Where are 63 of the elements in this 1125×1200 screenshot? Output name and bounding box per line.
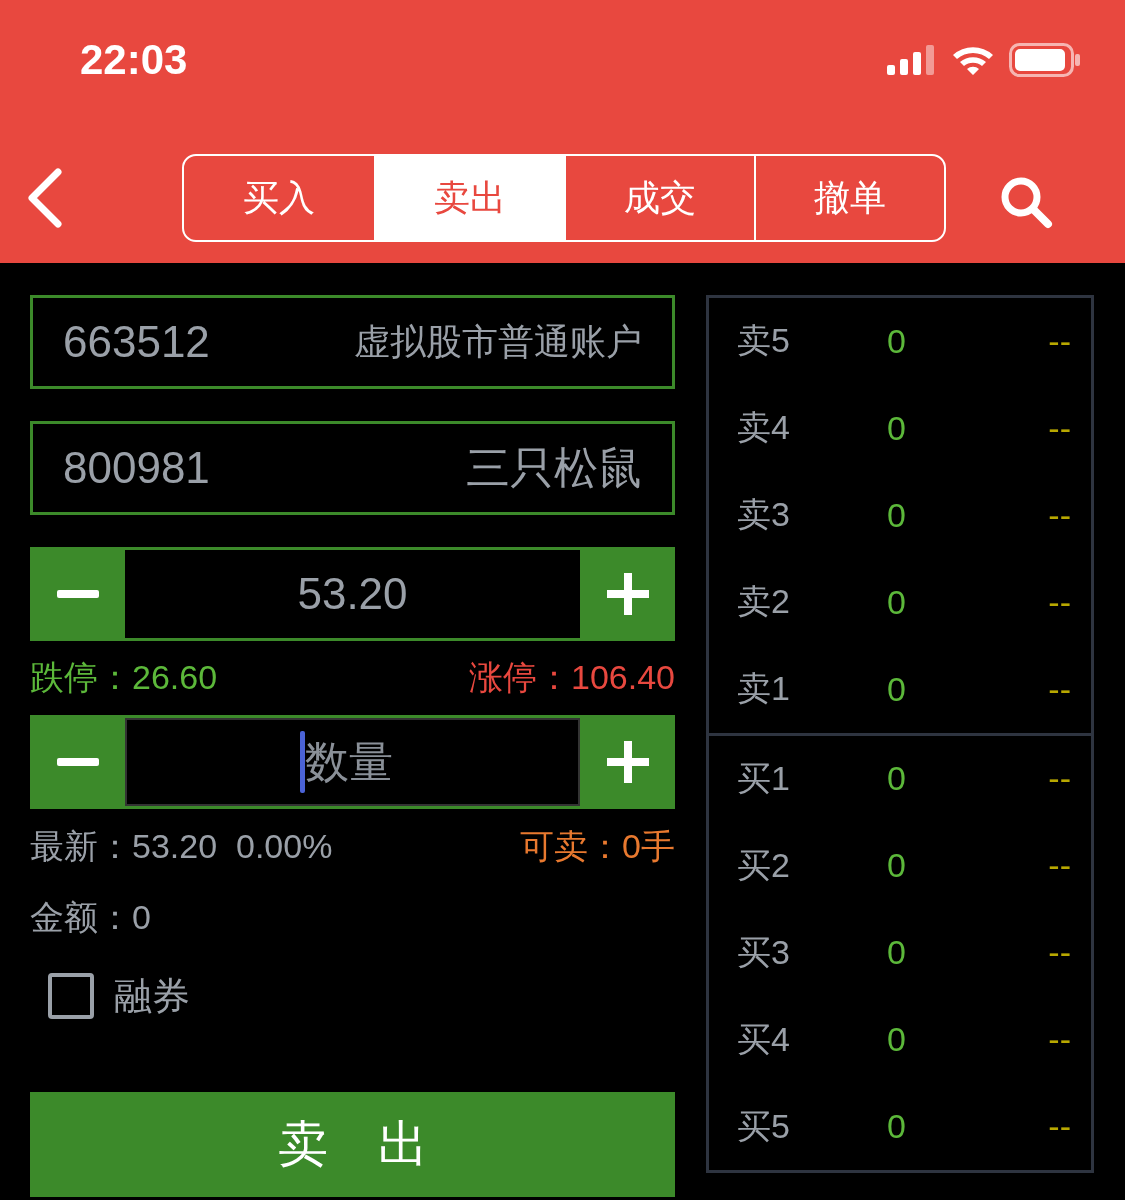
order-price: --	[1048, 669, 1071, 709]
order-level: 买5	[737, 1105, 791, 1147]
status-time: 22:03	[80, 36, 188, 84]
checkbox-label: 融券	[114, 973, 190, 1019]
tab[interactable]: 成交	[564, 156, 754, 240]
plus-icon	[606, 741, 649, 783]
order-volume: 0	[887, 495, 907, 535]
order-volume: 0	[887, 1020, 907, 1060]
order-level: 买3	[737, 931, 791, 973]
order-price: --	[1048, 321, 1071, 361]
account-code: 663512	[63, 317, 210, 367]
back-icon[interactable]	[26, 168, 64, 228]
order-level: 卖2	[737, 581, 791, 623]
order-price: --	[1048, 759, 1071, 799]
stock-code: 800981	[63, 443, 210, 493]
stock-field[interactable]: 800981 三只松鼠	[30, 421, 675, 515]
increase-quantity-button[interactable]	[580, 715, 675, 809]
order-volume: 0	[887, 408, 907, 448]
tab[interactable]: 买入	[184, 156, 374, 240]
order-level: 卖5	[737, 320, 791, 362]
order-volume: 0	[887, 1107, 907, 1147]
order-volume: 0	[887, 759, 907, 799]
account-name: 虚拟股市普通账户	[354, 319, 642, 364]
order-level: 买1	[737, 757, 791, 799]
sell-button[interactable]: 卖 出	[30, 1092, 675, 1197]
decrease-price-button[interactable]	[30, 547, 125, 641]
order-price: --	[1048, 846, 1071, 886]
decrease-quantity-button[interactable]	[30, 715, 125, 809]
sellable-quantity: 可卖：0手	[520, 826, 675, 867]
wifi-icon	[951, 44, 995, 76]
order-volume: 0	[887, 321, 907, 361]
order-level: 买4	[737, 1018, 791, 1060]
order-price: --	[1048, 1020, 1071, 1060]
tab[interactable]: 撤单	[754, 156, 944, 240]
order-level: 买2	[737, 844, 791, 886]
tab[interactable]: 卖出	[374, 156, 564, 240]
battery-icon	[1009, 43, 1081, 77]
checkbox[interactable]	[48, 973, 94, 1019]
order-price: --	[1048, 495, 1071, 535]
signal-icon	[887, 45, 937, 75]
order-volume: 0	[887, 846, 907, 886]
quantity-field[interactable]: 数量	[305, 737, 405, 787]
order-level: 卖3	[737, 494, 791, 536]
limit-down: 跌停：26.60	[30, 657, 218, 698]
order-price: --	[1048, 1107, 1071, 1147]
order-volume: 0	[887, 582, 907, 622]
order-volume: 0	[887, 933, 907, 973]
order-volume: 0	[887, 669, 907, 709]
price-field[interactable]: 53.20	[125, 547, 580, 641]
order-price: --	[1048, 933, 1071, 973]
minus-icon	[56, 590, 99, 598]
account-field[interactable]: 663512 虚拟股市普通账户	[30, 295, 675, 389]
latest-price: 最新：53.20 0.00%	[30, 826, 333, 867]
order-price: --	[1048, 582, 1071, 622]
stock-name: 三只松鼠	[466, 441, 642, 494]
plus-icon	[606, 573, 649, 615]
order-level: 卖4	[737, 407, 791, 449]
order-price: --	[1048, 408, 1071, 448]
order-level: 卖1	[737, 668, 791, 710]
increase-price-button[interactable]	[580, 547, 675, 641]
minus-icon	[56, 758, 99, 766]
limit-up: 涨停：106.40	[469, 657, 675, 698]
amount: 金额：0	[30, 897, 151, 938]
